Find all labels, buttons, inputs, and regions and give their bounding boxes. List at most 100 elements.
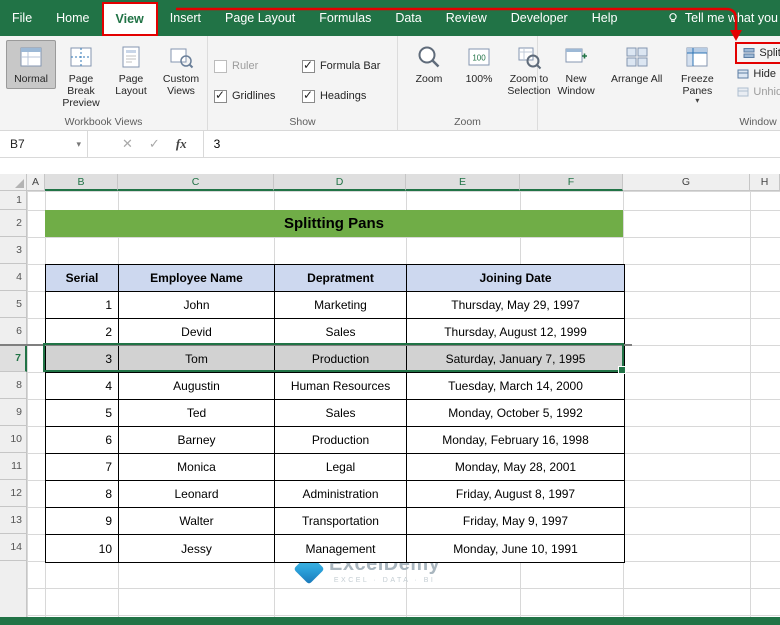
row-header-12[interactable]: 12 <box>0 480 26 507</box>
cell-serial[interactable]: 9 <box>46 508 119 534</box>
tab-page-layout[interactable]: Page Layout <box>213 0 307 36</box>
cell-joining-date[interactable]: Monday, October 5, 1992 <box>407 400 624 426</box>
cell-department[interactable]: Transportation <box>275 508 407 534</box>
title-banner[interactable]: Splitting Pans <box>45 210 623 237</box>
name-box[interactable]: B7 ▾ <box>0 131 88 157</box>
cell-joining-date[interactable]: Monday, June 10, 1991 <box>407 535 624 562</box>
cell-name[interactable]: Augustin <box>119 373 275 399</box>
name-box-dropdown-icon[interactable]: ▾ <box>76 139 81 150</box>
cell-department[interactable]: Production <box>275 427 407 453</box>
header-joining-date[interactable]: Joining Date <box>407 265 624 291</box>
tab-file[interactable]: File <box>0 0 44 36</box>
unhide-button[interactable]: Unhide <box>735 84 780 100</box>
custom-views-button[interactable]: Custom Views <box>156 40 206 101</box>
cell-serial[interactable]: 5 <box>46 400 119 426</box>
cell-name[interactable]: John <box>119 292 275 318</box>
cell-department[interactable]: Legal <box>275 454 407 480</box>
insert-function-icon[interactable]: fx <box>176 136 187 152</box>
row-header-14[interactable]: 14 <box>0 534 26 561</box>
column-header-B[interactable]: B <box>45 174 118 191</box>
cell-serial-active[interactable]: 3 <box>46 346 119 372</box>
row-header-7[interactable]: 7 <box>0 345 27 372</box>
header-employee-name[interactable]: Employee Name <box>119 265 275 291</box>
tab-data[interactable]: Data <box>383 0 433 36</box>
page-break-preview-button[interactable]: Page Break Preview <box>56 40 106 113</box>
cell-serial[interactable]: 2 <box>46 319 119 345</box>
split-button[interactable]: Split <box>741 45 780 61</box>
cell-serial[interactable]: 1 <box>46 292 119 318</box>
tab-view[interactable]: View <box>101 2 158 36</box>
row-header-9[interactable]: 9 <box>0 399 26 426</box>
row-header-8[interactable]: 8 <box>0 372 26 399</box>
cell-name[interactable]: Devid <box>119 319 275 345</box>
cell-serial[interactable]: 6 <box>46 427 119 453</box>
tab-developer[interactable]: Developer <box>499 0 580 36</box>
zoom-button[interactable]: Zoom <box>404 40 454 89</box>
split-line[interactable] <box>0 344 632 346</box>
row-header-3[interactable]: 3 <box>0 237 26 264</box>
cell-joining-date[interactable]: Thursday, August 12, 1999 <box>407 319 624 345</box>
tab-review[interactable]: Review <box>434 0 499 36</box>
cell-joining-date[interactable]: Friday, May 9, 1997 <box>407 508 624 534</box>
header-serial[interactable]: Serial <box>46 265 119 291</box>
arrange-all-button[interactable]: Arrange All <box>608 40 665 89</box>
cell-joining-date[interactable]: Saturday, January 7, 1995 <box>407 346 624 372</box>
fill-handle[interactable] <box>618 366 626 374</box>
row-header-13[interactable]: 13 <box>0 507 26 534</box>
cancel-entry-icon[interactable]: ✕ <box>122 136 133 152</box>
column-header-D[interactable]: D <box>274 174 406 191</box>
cell-joining-date[interactable]: Monday, May 28, 2001 <box>407 454 624 480</box>
gridlines-checkbox[interactable]: Gridlines <box>214 86 286 106</box>
tab-formulas[interactable]: Formulas <box>307 0 383 36</box>
row-header-10[interactable]: 10 <box>0 426 26 453</box>
row-header-11[interactable]: 11 <box>0 453 26 480</box>
cell-name[interactable]: Monica <box>119 454 275 480</box>
cell-name[interactable]: Ted <box>119 400 275 426</box>
page-layout-view-button[interactable]: Page Layout <box>106 40 156 101</box>
cell-serial[interactable]: 4 <box>46 373 119 399</box>
column-header-F[interactable]: F <box>520 174 623 191</box>
new-window-button[interactable]: New Window <box>544 40 608 101</box>
ruler-checkbox[interactable]: Ruler <box>214 56 286 76</box>
header-department[interactable]: Depratment <box>275 265 407 291</box>
cell-name[interactable]: Jessy <box>119 535 275 562</box>
cell-department[interactable]: Marketing <box>275 292 407 318</box>
cell-serial[interactable]: 10 <box>46 535 119 562</box>
cell-name[interactable]: Barney <box>119 427 275 453</box>
cell-name[interactable]: Tom <box>119 346 275 372</box>
row-header-5[interactable]: 5 <box>0 291 26 318</box>
column-header-C[interactable]: C <box>118 174 274 191</box>
cell-joining-date[interactable]: Friday, August 8, 1997 <box>407 481 624 507</box>
cell-joining-date[interactable]: Tuesday, March 14, 2000 <box>407 373 624 399</box>
freeze-panes-button[interactable]: Freeze Panes ▾ <box>665 40 729 108</box>
cell-serial[interactable]: 7 <box>46 454 119 480</box>
headings-checkbox[interactable]: Headings <box>301 86 391 106</box>
tab-help[interactable]: Help <box>580 0 630 36</box>
cell-department[interactable]: Human Resources <box>275 373 407 399</box>
tab-insert[interactable]: Insert <box>158 0 213 36</box>
cell-joining-date[interactable]: Monday, February 16, 1998 <box>407 427 624 453</box>
normal-view-button[interactable]: Normal <box>6 40 56 89</box>
confirm-entry-icon[interactable]: ✓ <box>149 136 160 152</box>
column-header-G[interactable]: G <box>623 174 750 191</box>
tab-home[interactable]: Home <box>44 0 101 36</box>
cell-name[interactable]: Leonard <box>119 481 275 507</box>
formula-input[interactable]: 3 <box>204 137 780 151</box>
formula-bar-checkbox[interactable]: Formula Bar <box>301 56 391 76</box>
cell-department[interactable]: Sales <box>275 319 407 345</box>
row-header-6[interactable]: 6 <box>0 318 26 345</box>
zoom-100-button[interactable]: 100 100% <box>454 40 504 89</box>
row-header-1[interactable]: 1 <box>0 191 26 210</box>
cell-joining-date[interactable]: Thursday, May 29, 1997 <box>407 292 624 318</box>
cell-department[interactable]: Management <box>275 535 407 562</box>
cell-department[interactable]: Sales <box>275 400 407 426</box>
row-header-2[interactable]: 2 <box>0 210 26 237</box>
select-all-corner[interactable] <box>0 174 27 191</box>
cell-department[interactable]: Production <box>275 346 407 372</box>
column-header-H[interactable]: H <box>750 174 780 191</box>
column-header-E[interactable]: E <box>406 174 520 191</box>
cell-serial[interactable]: 8 <box>46 481 119 507</box>
cell-name[interactable]: Walter <box>119 508 275 534</box>
cell-department[interactable]: Administration <box>275 481 407 507</box>
column-header-A[interactable]: A <box>27 174 45 191</box>
